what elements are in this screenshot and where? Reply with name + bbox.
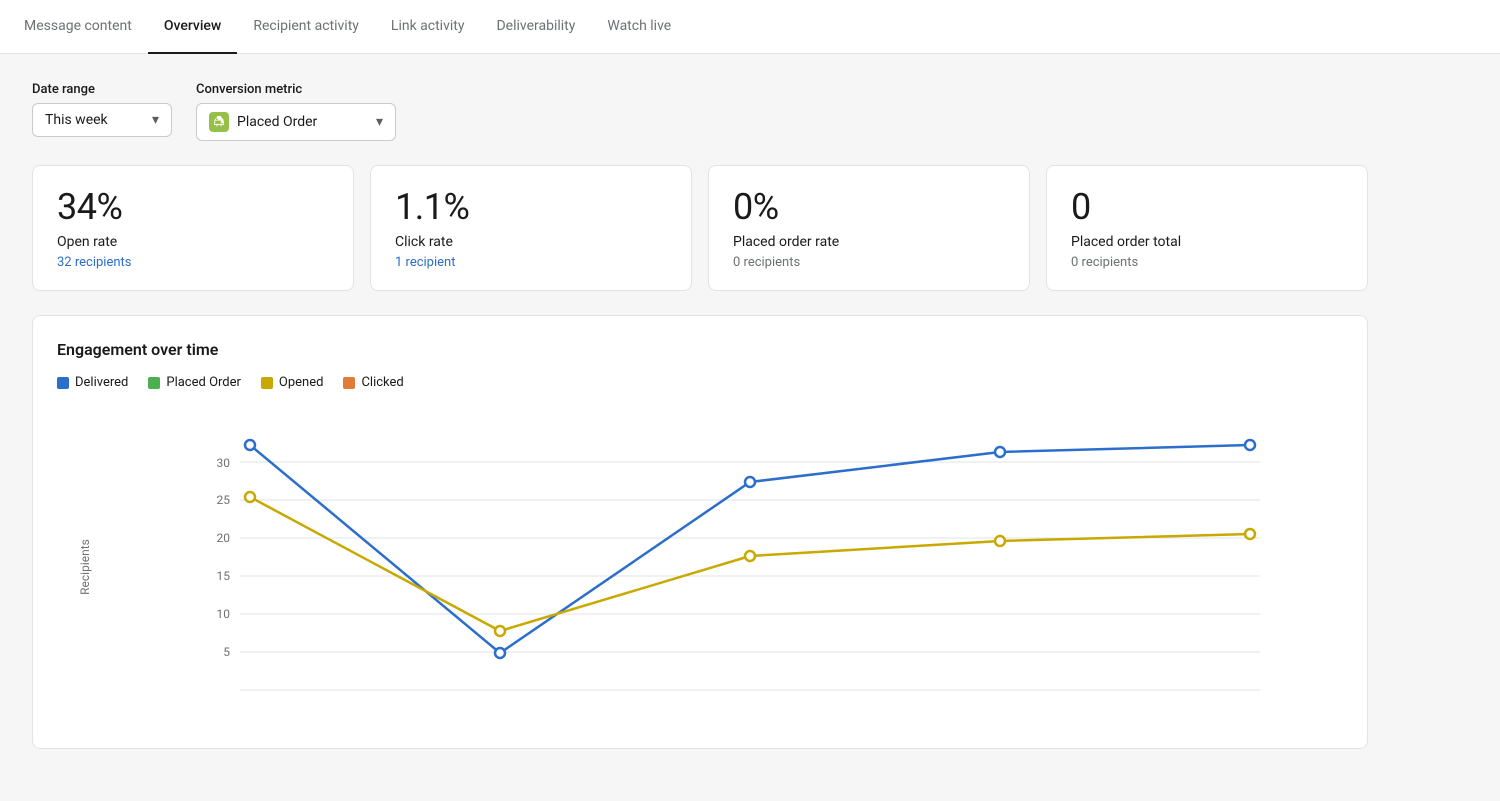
nav-bar: Message content Overview Recipient activ… (0, 0, 1500, 54)
legend-dot-placed-order (148, 377, 160, 389)
chevron-down-icon: ▾ (152, 112, 159, 128)
legend-dot-clicked (343, 377, 355, 389)
click-rate-label: Click rate (395, 234, 667, 250)
conversion-metric-label: Conversion metric (196, 82, 396, 97)
metric-card-click-rate: 1.1% Click rate 1 recipient (370, 165, 692, 291)
tab-watch-live[interactable]: Watch live (591, 0, 687, 54)
main-content: Date range This week ▾ Conversion metric… (0, 54, 1400, 777)
metric-card-placed-order-rate: 0% Placed order rate 0 recipients (708, 165, 1030, 291)
placed-order-rate-label: Placed order rate (733, 234, 1005, 250)
metric-card-open-rate: 34% Open rate 32 recipients (32, 165, 354, 291)
legend-item-placed-order: Placed Order (148, 375, 241, 390)
svg-text:25: 25 (217, 493, 231, 507)
opened-dot-5 (1245, 529, 1255, 539)
metric-card-placed-order-total: 0 Placed order total 0 recipients (1046, 165, 1368, 291)
y-axis-label: Recipients (78, 539, 92, 595)
opened-line (250, 497, 1250, 631)
click-rate-recipients-link[interactable]: 1 recipient (395, 255, 455, 270)
conversion-metric-filter: Conversion metric Placed Order ▾ (196, 82, 396, 141)
delivered-dot-4 (995, 447, 1005, 457)
date-range-value: This week (45, 112, 108, 128)
delivered-dot-2 (495, 648, 505, 658)
click-rate-value: 1.1% (395, 186, 667, 228)
metrics-row: 34% Open rate 32 recipients 1.1% Click r… (32, 165, 1368, 291)
svg-text:5: 5 (223, 645, 230, 659)
opened-dot-2 (495, 626, 505, 636)
placed-order-rate-value: 0% (733, 186, 1005, 228)
conversion-metric-select[interactable]: Placed Order ▾ (196, 103, 396, 141)
tab-message-content[interactable]: Message content (24, 0, 148, 54)
opened-dot-1 (245, 492, 255, 502)
svg-text:30: 30 (217, 456, 231, 470)
open-rate-value: 34% (57, 186, 329, 228)
tab-link-activity[interactable]: Link activity (375, 0, 481, 54)
delivered-dot-1 (245, 440, 255, 450)
delivered-dot-5 (1245, 440, 1255, 450)
chevron-down-icon-2: ▾ (376, 114, 383, 130)
shopify-icon (209, 112, 229, 132)
legend-item-delivered: Delivered (57, 375, 128, 390)
open-rate-recipients-link[interactable]: 32 recipients (57, 255, 131, 270)
svg-text:15: 15 (217, 569, 231, 583)
chart-svg: 5 10 15 20 25 30 (117, 410, 1343, 720)
chart-title: Engagement over time (57, 340, 1343, 359)
placed-order-total-label: Placed order total (1071, 234, 1343, 250)
placed-order-total-sub: 0 recipients (1071, 255, 1138, 270)
date-range-filter: Date range This week ▾ (32, 82, 172, 141)
legend-item-opened: Opened (261, 375, 324, 390)
delivered-dot-3 (745, 477, 755, 487)
svg-text:20: 20 (217, 531, 231, 545)
date-range-label: Date range (32, 82, 172, 97)
placed-order-rate-sub: 0 recipients (733, 255, 800, 270)
legend-dot-opened (261, 377, 273, 389)
open-rate-label: Open rate (57, 234, 329, 250)
tab-deliverability[interactable]: Deliverability (480, 0, 591, 54)
opened-dot-3 (745, 551, 755, 561)
legend-item-clicked: Clicked (343, 375, 403, 390)
chart-legend: Delivered Placed Order Opened Clicked (57, 375, 1343, 390)
date-range-select[interactable]: This week ▾ (32, 103, 172, 137)
opened-dot-4 (995, 536, 1005, 546)
svg-text:10: 10 (217, 607, 231, 621)
tab-overview[interactable]: Overview (148, 0, 237, 54)
conversion-metric-value: Placed Order (237, 114, 317, 130)
filters-row: Date range This week ▾ Conversion metric… (32, 82, 1368, 141)
legend-dot-delivered (57, 377, 69, 389)
placed-order-total-value: 0 (1071, 186, 1343, 228)
engagement-chart-card: Engagement over time Delivered Placed Or… (32, 315, 1368, 749)
tab-recipient-activity[interactable]: Recipient activity (237, 0, 375, 54)
chart-wrapper: Recipients 5 10 15 20 25 30 (57, 410, 1343, 724)
